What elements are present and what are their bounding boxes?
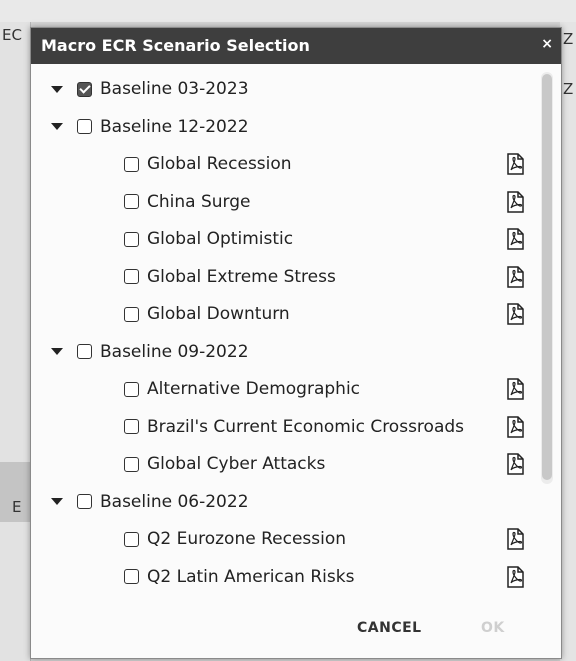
pdf-icon[interactable]	[505, 453, 525, 475]
pdf-icon[interactable]	[505, 228, 525, 250]
tree-group-row[interactable]: Baseline 03-2023	[51, 74, 249, 104]
dialog-titlebar: Macro ECR Scenario Selection ×	[31, 28, 561, 64]
scenario-label: Baseline 12-2022	[100, 116, 249, 137]
scenario-label: Global Optimistic	[147, 229, 294, 249]
pdf-icon[interactable]	[505, 528, 525, 550]
tree-item-row[interactable]: Q2 Eurozone Recession	[124, 524, 346, 554]
tree-item-row[interactable]: Brazil's Current Economic Crossroads	[124, 412, 464, 442]
tree-group-row[interactable]: Baseline 12-2022	[51, 112, 249, 142]
scenario-label: Alternative Demographic	[147, 379, 361, 399]
background-left-panel	[0, 22, 31, 661]
tree-item-row[interactable]: China Surge	[124, 187, 250, 217]
tree-item-row[interactable]: Global Downturn	[124, 299, 290, 329]
tree-group-row[interactable]: Baseline 09-2022	[51, 337, 249, 367]
scenario-label: Baseline 03-2023	[100, 79, 249, 99]
scenario-label: Global Cyber Attacks	[147, 454, 326, 474]
pdf-icon[interactable]	[505, 153, 525, 175]
ok-button[interactable]: OK	[481, 620, 505, 636]
pdf-icon[interactable]	[505, 303, 525, 325]
scenario-label: Global Downturn	[147, 304, 290, 324]
scenario-checkbox[interactable]	[124, 194, 139, 209]
background-header	[0, 0, 576, 22]
background-right-panel	[560, 22, 576, 661]
tree-item-row[interactable]: Global Extreme Stress	[124, 262, 336, 292]
scenario-checkbox[interactable]	[124, 456, 139, 472]
scenario-label: Q2 Latin American Risks	[147, 566, 355, 587]
scenario-checkbox[interactable]	[124, 156, 139, 172]
scenario-label: Brazil's Current Economic Crossroads	[147, 416, 465, 437]
tree-group-row[interactable]: Baseline 06-2022	[51, 487, 249, 517]
pdf-icon[interactable]	[505, 415, 525, 438]
scenario-label: Global Extreme Stress	[147, 266, 336, 287]
dialog-title: Macro ECR Scenario Selection	[41, 36, 310, 55]
tree-item-row[interactable]: Q2 Latin American Risks	[124, 562, 354, 592]
scenario-checkbox[interactable]	[77, 81, 92, 97]
scenario-checkbox[interactable]	[124, 306, 139, 322]
scenario-checkbox[interactable]	[124, 531, 139, 547]
tree-item-row[interactable]: Global Recession	[124, 149, 292, 179]
scenario-checkbox[interactable]	[124, 269, 139, 284]
background-fragment-text: E	[12, 498, 22, 516]
tree-item-row[interactable]: Global Optimistic	[124, 224, 293, 254]
pdf-icon[interactable]	[505, 565, 525, 588]
triangle-down-icon[interactable]	[51, 498, 63, 505]
scenario-selection-dialog: Macro ECR Scenario Selection × Baseline …	[30, 27, 562, 659]
scenario-label: Baseline 09-2022	[100, 341, 249, 362]
pdf-icon[interactable]	[505, 378, 525, 400]
scenario-checkbox[interactable]	[124, 231, 139, 247]
tree-item-row[interactable]: Alternative Demographic	[124, 374, 360, 404]
scenario-label: Global Recession	[147, 154, 292, 174]
cancel-button[interactable]: CANCEL	[357, 620, 422, 636]
background-fragment-text: EC	[2, 26, 22, 44]
scenario-checkbox[interactable]	[77, 344, 92, 359]
background-fragment-text: Z	[563, 80, 574, 98]
scenario-label: Q2 Eurozone Recession	[147, 529, 347, 549]
tree-item-row[interactable]: Global Cyber Attacks	[124, 449, 325, 479]
scrollbar-track[interactable]	[541, 72, 553, 484]
pdf-icon[interactable]	[505, 190, 525, 213]
scenario-checkbox[interactable]	[124, 569, 139, 584]
scenario-checkbox[interactable]	[124, 381, 139, 397]
scenario-checkbox[interactable]	[124, 419, 139, 434]
triangle-down-icon[interactable]	[51, 123, 63, 130]
close-icon[interactable]: ×	[541, 36, 553, 52]
scenario-label: China Surge	[147, 191, 251, 212]
scenario-label: Baseline 06-2022	[100, 491, 249, 512]
scenario-checkbox[interactable]	[77, 119, 92, 134]
pdf-icon[interactable]	[505, 265, 525, 288]
triangle-down-icon[interactable]	[51, 348, 63, 355]
scrollbar-thumb[interactable]	[542, 74, 552, 480]
scenario-checkbox[interactable]	[77, 494, 92, 509]
background-fragment-text: Z	[563, 30, 574, 48]
triangle-down-icon[interactable]	[51, 85, 63, 93]
